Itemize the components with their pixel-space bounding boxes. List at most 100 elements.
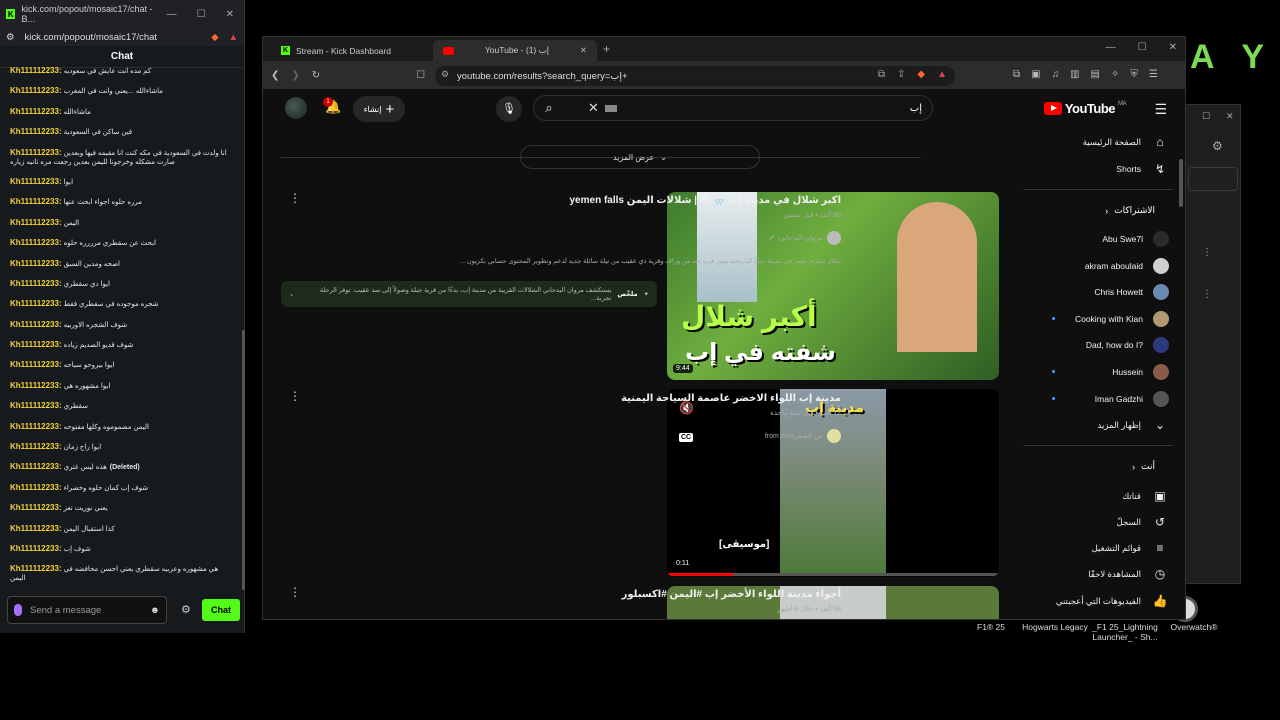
sidebar-item-home[interactable]: الصفحة الرئيسية ⌂	[1083, 131, 1169, 153]
chat-username[interactable]: Kh111112233:	[10, 360, 62, 369]
address-bar[interactable]: ⚙ youtube.com/results?search_query=إب+ ⧉…	[435, 66, 955, 86]
reload-icon[interactable]: ↻	[312, 70, 320, 81]
background-window[interactable]: ☐ ✕ ⚙ ⋮ ⋮	[1185, 104, 1241, 584]
chat-username[interactable]: Kh111112233:	[10, 148, 62, 157]
brave-shield-icon[interactable]: ◆	[917, 69, 925, 80]
site-settings-icon[interactable]: ⚙	[6, 32, 15, 43]
ai-summary[interactable]: ✦ ملخّص يستكشف مروان البدحاني الشلالات ا…	[281, 281, 657, 307]
you-header[interactable]: › أنت	[1132, 461, 1155, 472]
brave-rewards-icon[interactable]: ▲	[229, 32, 238, 43]
kick-url-bar[interactable]: ⚙ kick.com/popout/mosaic17/chat ◆ ▲	[0, 28, 244, 46]
chat-username[interactable]: Kh111112233:	[10, 320, 62, 329]
brave-shield-icon[interactable]: ◆	[211, 32, 218, 43]
input-box[interactable]	[1188, 167, 1238, 191]
chevron-down-icon[interactable]: ⌄	[289, 290, 294, 298]
chat-username[interactable]: Kh111112233:	[10, 218, 62, 227]
close-icon[interactable]: ✕	[1169, 42, 1177, 53]
more-icon[interactable]: ⋮	[1202, 247, 1212, 258]
sidebar-subscription[interactable]: Abu Swe7l	[1102, 228, 1169, 250]
chat-username[interactable]: Kh111112233:	[10, 564, 62, 573]
bookmark-icon[interactable]: ☐	[416, 70, 425, 81]
chat-username[interactable]: Kh111112233:	[10, 127, 62, 136]
vpn-icon[interactable]: ⛨	[1130, 69, 1138, 80]
voice-search-icon[interactable]: 🎙	[496, 96, 522, 122]
chat-username[interactable]: Kh111112233:	[10, 259, 62, 268]
media-icon[interactable]: ♫	[1052, 69, 1060, 80]
maximize-icon[interactable]: ☐	[1138, 42, 1147, 53]
tab-kick-dashboard[interactable]: K Stream - Kick Dashboard	[271, 40, 431, 61]
video-thumbnail[interactable]: أكبر شلال شفته في إب 9:44	[667, 192, 999, 380]
chat-username[interactable]: Kh111112233:	[10, 177, 62, 186]
channel-info[interactable]: مروان البدحاني ✔	[769, 231, 841, 245]
close-icon[interactable]: ✕	[226, 9, 234, 20]
site-info-icon[interactable]: ⚙	[441, 69, 449, 80]
chat-message-list[interactable]: Kh111112233: كم مده انت عايش في سعوديه Kh…	[0, 66, 238, 586]
desktop-icon-launcher[interactable]: _F1 25_Lightning Launcher_ - Sh...	[1090, 622, 1160, 642]
share-icon[interactable]: ⇪	[897, 69, 905, 80]
search-input[interactable]: ✕ إب	[533, 95, 933, 121]
youtube-logo[interactable]: YouTube MA	[1043, 101, 1127, 116]
channel-name[interactable]: من الصفرfrom zero	[765, 432, 823, 440]
new-tab-icon[interactable]: +	[603, 42, 610, 56]
kick-titlebar[interactable]: K kick.com/popout/mosaic17/chat - B... —…	[0, 0, 244, 28]
chat-username[interactable]: Kh111112233:	[10, 422, 62, 431]
show-more-button[interactable]: عرض المزيد ⌄	[520, 145, 760, 169]
subscriptions-header[interactable]: › الاشتراكات	[1105, 205, 1155, 216]
settings-icon[interactable]: ⚙	[1212, 139, 1223, 153]
chat-username[interactable]: Kh111112233:	[10, 462, 62, 471]
open-external-icon[interactable]: ⧉	[878, 69, 885, 80]
video-preview[interactable]: مدينة إب 🔇 CC [موسيقى] 0:11	[667, 389, 999, 577]
maximize-icon[interactable]: ☐	[197, 9, 206, 20]
chat-input[interactable]: Send a message	[30, 605, 101, 616]
sidebar-item-playlists[interactable]: قوائم التشغيل ≡	[1092, 537, 1169, 559]
more-actions-icon[interactable]: ⋮	[289, 585, 301, 599]
close-tab-icon[interactable]: ✕	[580, 45, 587, 56]
chat-username[interactable]: Kh111112233:	[10, 524, 62, 533]
wallet-icon[interactable]: ▤	[1091, 69, 1100, 80]
chat-username[interactable]: Kh111112233:	[10, 66, 62, 75]
chat-username[interactable]: Kh111112233:	[10, 442, 62, 451]
channel-avatar[interactable]	[827, 429, 841, 443]
back-icon[interactable]: ❮	[271, 70, 279, 81]
more-actions-icon[interactable]: ⋮	[289, 389, 301, 403]
leo-ai-icon[interactable]: ✧	[1111, 69, 1119, 80]
sidebar-item-your-channel[interactable]: قناتك ▣	[1122, 485, 1169, 507]
video-title[interactable]: مدينة إب اللواء الاخضر عاصمة السياحة الي…	[621, 393, 841, 404]
channel-name[interactable]: مروان البدحاني	[779, 234, 823, 242]
chat-username[interactable]: Kh111112233:	[10, 238, 62, 247]
maximize-icon[interactable]: ☐	[1202, 111, 1210, 122]
desktop-icon-hogwarts[interactable]: Hogwarts Legacy	[1022, 622, 1088, 632]
chat-username[interactable]: Kh111112233:	[10, 197, 62, 206]
keyboard-icon[interactable]	[604, 104, 617, 112]
sidebar-subscription[interactable]: akram aboulaid	[1085, 255, 1169, 277]
sidebar-icon[interactable]: ▥	[1070, 69, 1079, 80]
video-title[interactable]: أجواء مدينة اللواء الأخضر إب #اليمن #اكس…	[622, 589, 841, 600]
captions-icon[interactable]: CC	[679, 433, 694, 442]
channel-avatar[interactable]	[827, 231, 841, 245]
chat-username[interactable]: Kh111112233:	[10, 107, 62, 116]
desktop-icon-overwatch[interactable]: Overwatch®	[1164, 622, 1224, 632]
clear-search-icon[interactable]: ✕	[588, 100, 599, 116]
sidebar-subscription[interactable]: Chris Howett	[1094, 281, 1169, 303]
menu-icon[interactable]: ☰	[1149, 69, 1158, 80]
chat-username[interactable]: Kh111112233:	[10, 503, 62, 512]
chat-username[interactable]: Kh111112233:	[10, 340, 62, 349]
chat-scrollbar[interactable]	[242, 330, 245, 590]
more-icon-2[interactable]: ⋮	[1202, 289, 1212, 300]
send-chat-button[interactable]: Chat	[202, 599, 240, 621]
chat-username[interactable]: Kh111112233:	[10, 483, 62, 492]
extensions-icon[interactable]: ⧉	[1013, 69, 1020, 80]
sidebar-scrollbar[interactable]	[1179, 159, 1183, 207]
account-avatar[interactable]	[285, 97, 307, 119]
channel-info[interactable]: من الصفرfrom zero	[765, 429, 841, 443]
emoji-icon[interactable]: ☻	[150, 605, 160, 616]
screenshot-icon[interactable]: ▣	[1031, 69, 1040, 80]
create-button[interactable]: إنشاء +	[353, 96, 405, 122]
brave-rewards-icon[interactable]: ▲	[937, 69, 947, 80]
guide-menu-icon[interactable]: ☰	[1154, 101, 1167, 118]
forward-icon[interactable]: ❯	[291, 70, 299, 81]
video-title[interactable]: اكبر شلال في مدينة إب 🌧️ 😳 | شلالات اليم…	[570, 195, 842, 206]
chat-username[interactable]: Kh111112233:	[10, 279, 62, 288]
mic-icon[interactable]	[14, 604, 22, 616]
chat-username[interactable]: Kh111112233:	[10, 86, 62, 95]
